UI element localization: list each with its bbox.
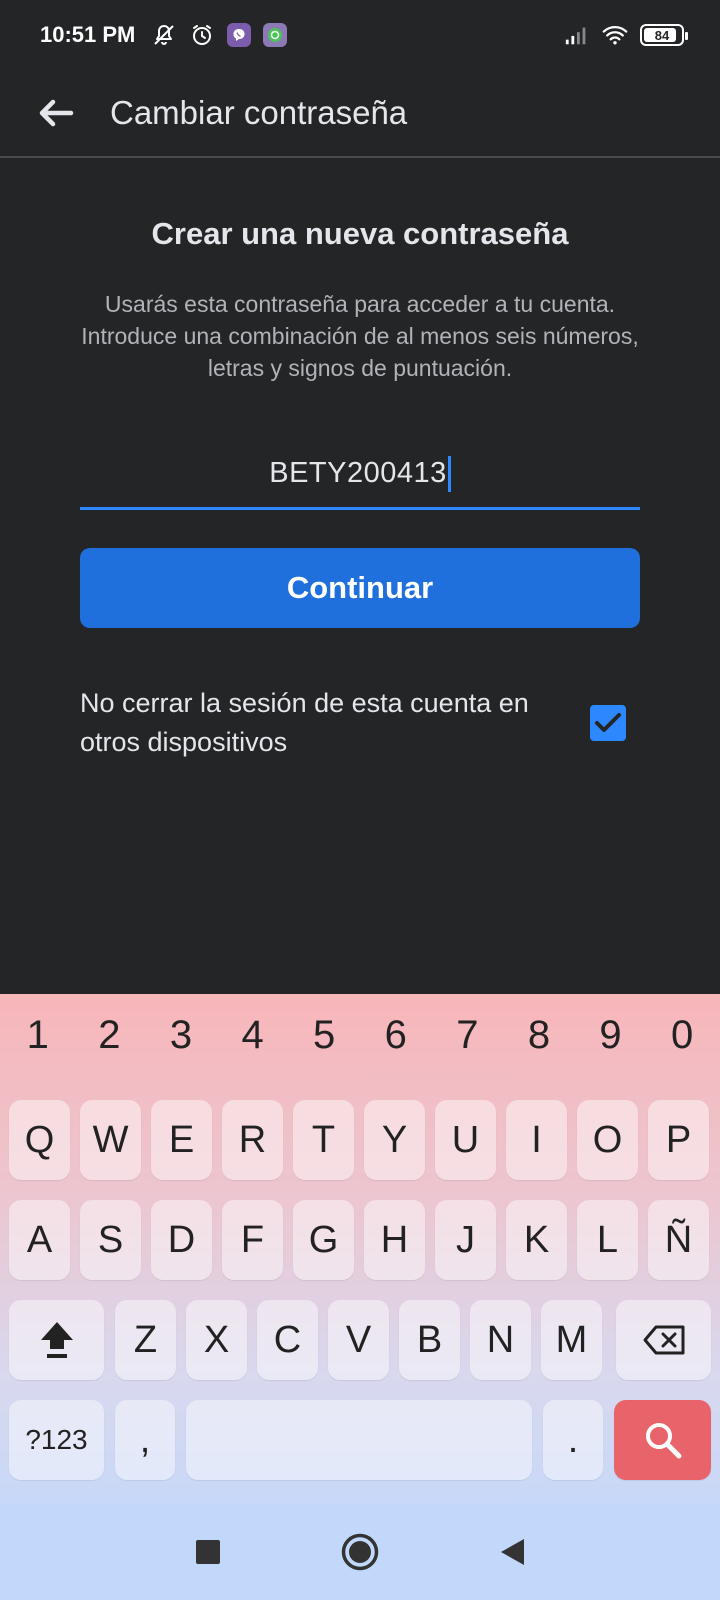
space-key[interactable] [186, 1400, 532, 1480]
keyboard-number-row: 1234567890 [0, 1008, 720, 1062]
recents-button[interactable] [186, 1530, 230, 1574]
key-p[interactable]: P [648, 1100, 709, 1180]
viber-icon [227, 23, 252, 47]
key-v[interactable]: V [328, 1300, 389, 1380]
key-u[interactable]: U [435, 1100, 496, 1180]
key-o[interactable]: O [577, 1100, 638, 1180]
number-key-6[interactable]: 6 [360, 1008, 431, 1062]
key-c[interactable]: C [257, 1300, 318, 1380]
form-description: Usarás esta contraseña para acceder a tu… [81, 291, 639, 381]
key-e[interactable]: E [151, 1100, 212, 1180]
status-left: 10:51 PM [40, 22, 288, 48]
key-b[interactable]: B [399, 1300, 460, 1380]
keep-logged-in-checkbox[interactable] [590, 705, 626, 741]
arrow-left-icon [39, 99, 74, 127]
key-t[interactable]: T [293, 1100, 354, 1180]
continue-button[interactable]: Continuar [80, 548, 640, 628]
period-key[interactable]: . [543, 1400, 603, 1480]
password-value: BETY200413 [269, 457, 447, 489]
status-right: 84 [564, 22, 688, 48]
comma-key[interactable]: , [115, 1400, 175, 1480]
back-button[interactable] [26, 83, 86, 143]
password-field[interactable]: BETY200413 [80, 440, 640, 510]
keyboard: 1234567890 ?123 , . QWERTYUIOP ASDFGHJKLÑ… [0, 994, 720, 1504]
key-y[interactable]: Y [364, 1100, 425, 1180]
back-triangle-icon [501, 1539, 524, 1565]
number-key-8[interactable]: 8 [503, 1008, 574, 1062]
key-d[interactable]: D [151, 1200, 212, 1280]
shift-icon [40, 1322, 73, 1358]
home-circle-icon [341, 1533, 379, 1571]
key-g[interactable]: G [293, 1200, 354, 1280]
key-n[interactable]: N [470, 1300, 531, 1380]
battery-level: 84 [654, 27, 670, 43]
key-s[interactable]: S [80, 1200, 141, 1280]
alarm-icon [189, 22, 215, 48]
key-z[interactable]: Z [115, 1300, 176, 1380]
checkmark-icon [595, 713, 621, 732]
key-h[interactable]: H [364, 1200, 425, 1280]
number-key-2[interactable]: 2 [74, 1008, 145, 1062]
key-l[interactable]: L [577, 1200, 638, 1280]
key-ñ[interactable]: Ñ [648, 1200, 709, 1280]
key-w[interactable]: W [80, 1100, 141, 1180]
backspace-key[interactable] [616, 1300, 711, 1380]
number-key-7[interactable]: 7 [432, 1008, 503, 1062]
key-j[interactable]: J [435, 1200, 496, 1280]
number-key-0[interactable]: 0 [647, 1008, 718, 1062]
signal-icon [564, 22, 590, 48]
keep-logged-in-label: No cerrar la sesión de esta cuenta en ot… [80, 688, 529, 757]
key-k[interactable]: K [506, 1200, 567, 1280]
key-a[interactable]: A [9, 1200, 70, 1280]
backspace-icon [643, 1325, 684, 1355]
search-key[interactable] [614, 1400, 711, 1480]
symbols-key[interactable]: ?123 [9, 1400, 104, 1480]
home-button[interactable] [338, 1530, 382, 1574]
number-key-9[interactable]: 9 [575, 1008, 646, 1062]
form-heading: Crear una nueva contraseña [151, 216, 569, 251]
app-notification-icon [263, 23, 288, 47]
key-x[interactable]: X [186, 1300, 247, 1380]
number-key-5[interactable]: 5 [289, 1008, 360, 1062]
mute-bell-icon [151, 22, 177, 48]
number-key-3[interactable]: 3 [145, 1008, 216, 1062]
system-nav-bar [0, 1504, 720, 1600]
keep-logged-in-row[interactable]: No cerrar la sesión de esta cuenta en ot… [80, 684, 640, 762]
shift-key[interactable] [9, 1300, 104, 1380]
key-m[interactable]: M [541, 1300, 602, 1380]
status-time: 10:51 PM [40, 22, 136, 47]
key-r[interactable]: R [222, 1100, 283, 1180]
page-title: Cambiar contraseña [110, 94, 408, 131]
search-icon [645, 1423, 681, 1459]
status-bar: 10:51 PM 84 [0, 0, 720, 70]
app-bar: Cambiar contraseña [0, 70, 720, 158]
number-key-1[interactable]: 1 [2, 1008, 73, 1062]
battery-icon: 84 [640, 24, 688, 46]
back-nav-button[interactable] [490, 1530, 534, 1574]
key-q[interactable]: Q [9, 1100, 70, 1180]
recents-square-icon [196, 1540, 220, 1564]
text-caret [447, 455, 451, 492]
key-f[interactable]: F [222, 1200, 283, 1280]
wifi-icon [602, 22, 628, 48]
key-i[interactable]: I [506, 1100, 567, 1180]
number-key-4[interactable]: 4 [217, 1008, 288, 1062]
